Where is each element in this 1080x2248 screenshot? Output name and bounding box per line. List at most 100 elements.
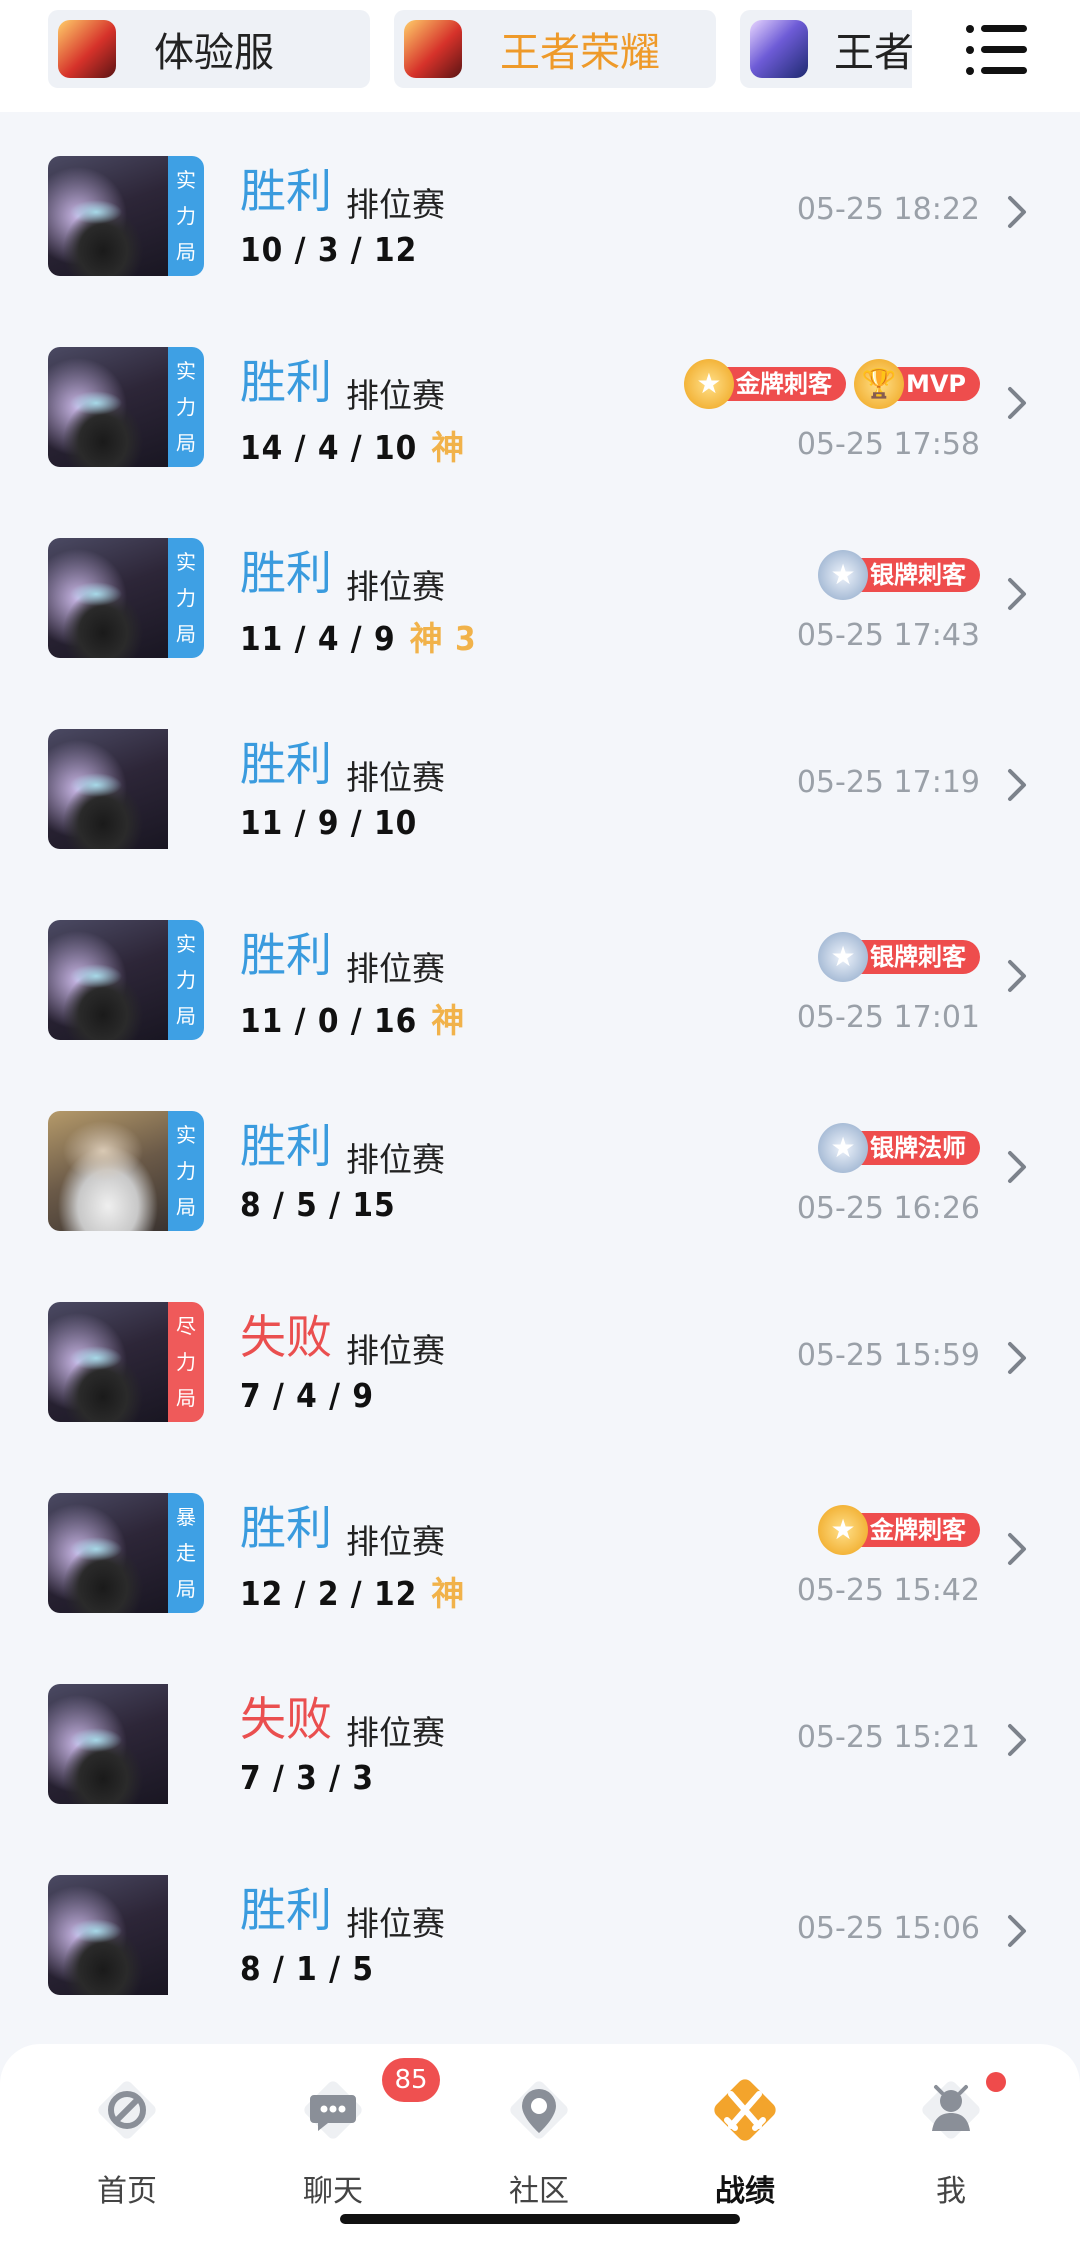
- tab-tiyanfu[interactable]: 体验服: [48, 10, 370, 88]
- hero-portrait: [48, 1302, 168, 1422]
- chevron-right-icon: [1008, 1724, 1026, 1756]
- tab-wangzherongyao[interactable]: 王者荣耀: [394, 10, 716, 88]
- match-mode: 排位赛: [346, 949, 445, 988]
- match-quality-tag: 实力局: [168, 538, 204, 658]
- tag-char: 实: [176, 550, 196, 574]
- match-mode: 排位赛: [346, 1522, 445, 1561]
- nav-community[interactable]: 社区: [474, 2070, 604, 2210]
- match-row[interactable]: 实力局胜利 排位赛 11 / 0 / 16 神 ★ 银牌刺客 05-25 17:01: [0, 876, 1080, 1067]
- match-result: 胜利: [240, 928, 332, 982]
- tab-label: 体验服: [154, 30, 274, 76]
- chevron-right-icon: [1008, 1151, 1026, 1183]
- kda-stats: 12 / 2 / 12 神: [240, 1567, 465, 1615]
- kda-value: 10 / 3 / 12: [240, 230, 418, 269]
- match-row[interactable]: 实力局胜利 排位赛 10 / 3 / 12 05-25 18:22: [0, 112, 1080, 303]
- kda-value: 11 / 0 / 16: [240, 1001, 418, 1040]
- community-icon: [499, 2070, 579, 2150]
- tag-char: 实: [176, 1123, 196, 1147]
- tag-char: 实: [176, 932, 196, 956]
- god-streak-label: 神: [431, 1574, 466, 1613]
- match-row[interactable]: 暴走局胜利 排位赛 12 / 2 / 12 神 ★ 金牌刺客 05-25 15:42: [0, 1449, 1080, 1640]
- honor-badges: ★ 金牌刺客: [818, 1505, 980, 1555]
- match-time: 05-25 17:43: [796, 618, 980, 653]
- hero-portrait: [48, 538, 168, 658]
- nav-home[interactable]: 首页: [62, 2070, 192, 2210]
- kda-stats: 7 / 4 / 9: [240, 1376, 374, 1415]
- tag-char: 力: [176, 204, 196, 228]
- star-icon: ★: [818, 1505, 868, 1555]
- tag-char: 力: [176, 1350, 196, 1374]
- notification-dot: [986, 2072, 1006, 2092]
- match-row[interactable]: 实力局胜利 排位赛 11 / 4 / 9神 3 ★ 银牌刺客 05-25 17:43: [0, 494, 1080, 685]
- hero-avatar: 实力局: [48, 1111, 204, 1231]
- badge-label: 银牌刺客: [870, 561, 966, 589]
- match-mode: 排位赛: [346, 376, 445, 415]
- match-row[interactable]: 尽力局失败 排位赛 7 / 4 / 9 05-25 15:59: [0, 1258, 1080, 1449]
- match-mode: 排位赛: [346, 567, 445, 606]
- kda-value: 14 / 4 / 10: [240, 428, 418, 467]
- tag-char: 尽: [176, 1314, 196, 1338]
- match-quality-tag: 实力局: [168, 156, 204, 276]
- match-quality-tag: 实力局: [168, 1111, 204, 1231]
- match-row[interactable]: 失败 排位赛 7 / 3 / 3 05-25 15:21: [0, 1640, 1080, 1831]
- match-mode: 排位赛: [346, 1140, 445, 1179]
- honor-badges: ★ 金牌刺客 🏆 MVP: [683, 359, 980, 409]
- honor-badges: ★ 银牌法师: [818, 1123, 980, 1173]
- chevron-right-icon: [1008, 1342, 1026, 1374]
- nav-label: 战绩: [715, 2174, 775, 2209]
- god-streak-label: 神: [431, 428, 466, 467]
- nav-me[interactable]: 我: [886, 2070, 1016, 2210]
- match-result: 胜利: [240, 737, 332, 791]
- match-time: 05-25 15:06: [796, 1911, 980, 1946]
- match-row[interactable]: 胜利 排位赛 8 / 1 / 5 05-25 15:06: [0, 1831, 1080, 2022]
- tag-char: 局: [176, 1195, 196, 1219]
- menu-button[interactable]: [912, 0, 1080, 100]
- hero-portrait: [48, 1875, 168, 1995]
- hero-avatar: 实力局: [48, 538, 204, 658]
- tag-char: 力: [176, 968, 196, 992]
- match-quality-tag: 实力局: [168, 347, 204, 467]
- match-mode: 排位赛: [346, 1713, 445, 1752]
- tag-char: 力: [176, 586, 196, 610]
- match-result: 胜利: [240, 1501, 332, 1555]
- list-menu-icon: [966, 25, 1027, 75]
- game-icon: [404, 20, 462, 78]
- kda-stats: 8 / 5 / 15: [240, 1185, 396, 1224]
- hero-portrait: [48, 920, 168, 1040]
- match-result: 胜利: [240, 1883, 332, 1937]
- chevron-right-icon: [1008, 1915, 1026, 1947]
- home-indicator[interactable]: [340, 2214, 740, 2224]
- match-quality-tag: 暴走局: [168, 1493, 204, 1613]
- hero-portrait: [48, 1493, 168, 1613]
- profile-icon: [911, 2070, 991, 2150]
- chevron-right-icon: [1008, 387, 1026, 419]
- tag-char: 实: [176, 359, 196, 383]
- tag-char: 局: [176, 1004, 196, 1028]
- kda-stats: 10 / 3 / 12: [240, 230, 417, 269]
- tag-char: 走: [176, 1541, 196, 1565]
- match-row[interactable]: 实力局胜利 排位赛 8 / 5 / 15 ★ 银牌法师 05-25 16:26: [0, 1067, 1080, 1258]
- game-icon: [58, 20, 116, 78]
- nav-label: 社区: [509, 2174, 569, 2209]
- hero-portrait: [48, 347, 168, 467]
- game-icon: [750, 20, 808, 78]
- badge-label: MVP: [905, 370, 966, 398]
- match-row[interactable]: 胜利 排位赛 11 / 9 / 10 05-25 17:19: [0, 685, 1080, 876]
- kda-stats: 11 / 0 / 16 神: [240, 994, 465, 1042]
- match-result: 胜利: [240, 164, 332, 218]
- hero-portrait: [48, 1111, 168, 1231]
- match-time: 05-25 16:26: [796, 1191, 980, 1226]
- honor-badge: ★ 银牌刺客: [818, 550, 980, 600]
- nav-records[interactable]: 战绩: [680, 2070, 810, 2210]
- honor-badges: ★ 银牌刺客: [818, 932, 980, 982]
- badge-label: 银牌刺客: [870, 943, 966, 971]
- tag-char: 局: [176, 1386, 196, 1410]
- match-row[interactable]: 实力局胜利 排位赛 14 / 4 / 10 神 ★ 金牌刺客 🏆 MVP 05-25 17:58: [0, 303, 1080, 494]
- match-result: 胜利: [240, 355, 332, 409]
- honor-badge: ★ 银牌刺客: [818, 932, 980, 982]
- chevron-right-icon: [1008, 578, 1026, 610]
- tag-char: 局: [176, 431, 196, 455]
- honor-badge: ★ 银牌法师: [818, 1123, 980, 1173]
- tag-char: 局: [176, 622, 196, 646]
- nav-chat[interactable]: 聊天 85: [268, 2058, 440, 2210]
